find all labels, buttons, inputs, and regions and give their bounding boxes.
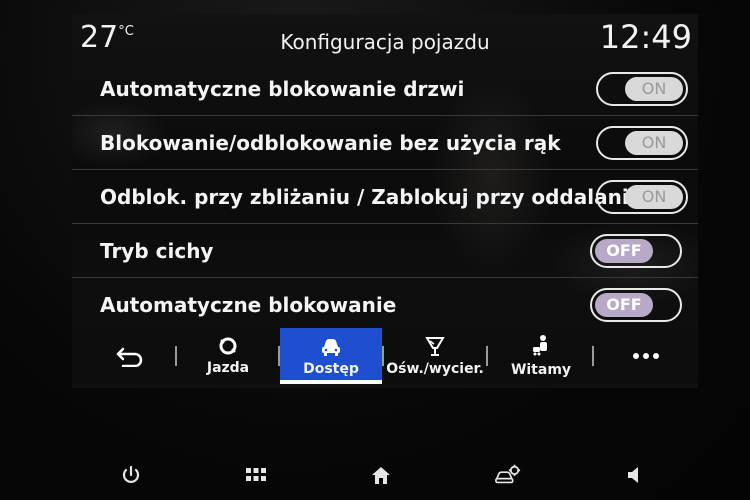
tab-separator [382, 346, 384, 366]
tab-label: Ośw./wycier. [386, 361, 484, 377]
toggle-knob: ON [625, 184, 683, 209]
tab-separator [486, 346, 488, 366]
tab-osw-wycier[interactable]: Ośw./wycier. [386, 328, 484, 384]
power-icon [122, 465, 140, 483]
tab-label: Jazda [206, 360, 250, 376]
home-button[interactable] [368, 462, 394, 488]
apps-grid-icon [246, 468, 266, 481]
status-bar: 27°C Konfiguracja pojazdu 12:49 [72, 14, 698, 60]
tab-jazda[interactable]: Jazda [184, 328, 272, 384]
toggle-switch[interactable]: ON [596, 179, 688, 214]
setting-label: Odblok. przy zbliżaniu / Zablokuj przy o… [100, 184, 643, 209]
tab-label: Witamy [510, 362, 572, 378]
setting-row-auto-lock[interactable]: Automatyczne blokowanie OFF [72, 278, 698, 331]
tab-label: Dostęp [303, 361, 359, 377]
setting-label: Blokowanie/odblokowanie bez użycia rąk [100, 130, 561, 155]
setting-label: Automatyczne blokowanie drzwi [100, 76, 465, 101]
toggle-switch[interactable]: OFF [590, 233, 682, 268]
setting-label: Automatyczne blokowanie [100, 292, 397, 317]
setting-row-silent-mode[interactable]: Tryb cichy OFF [72, 224, 698, 278]
setting-row-auto-door-lock[interactable]: Automatyczne blokowanie drzwi ON [72, 62, 698, 116]
light-wiper-icon [425, 337, 445, 356]
clock: 12:49 [599, 18, 692, 56]
toggle-knob: ON [625, 130, 683, 155]
volume-button[interactable] [622, 462, 648, 488]
setting-row-handsfree-lock[interactable]: Blokowanie/odblokowanie bez użycia rąk O… [72, 116, 698, 170]
apps-grid-button[interactable] [243, 462, 269, 488]
steering-loop-icon [219, 337, 237, 355]
tab-bar: Jazda Dostęp Ośw./wycier. Witamy [72, 328, 698, 384]
toggle-knob: OFF [595, 292, 653, 317]
speaker-icon [628, 467, 638, 483]
toggle-switch[interactable]: ON [596, 71, 688, 106]
vehicle-settings-button[interactable] [495, 462, 521, 488]
back-arrow-icon [116, 347, 143, 367]
car-access-icon [322, 339, 340, 356]
toggle-knob: ON [625, 76, 683, 101]
welcome-person-icon [533, 335, 547, 356]
tab-separator [175, 346, 177, 366]
home-icon [372, 467, 390, 484]
setting-label: Tryb cichy [100, 238, 214, 263]
settings-list: Automatyczne blokowanie drzwi ON Blokowa… [72, 62, 698, 331]
toggle-switch[interactable]: OFF [590, 287, 682, 322]
power-button[interactable] [118, 462, 144, 488]
tab-separator [592, 346, 594, 366]
infotainment-screen: 27°C Konfiguracja pojazdu 12:49 Automaty… [72, 14, 698, 388]
hardware-button-bar [0, 450, 750, 500]
toggle-switch[interactable]: ON [596, 125, 688, 160]
setting-row-approach-unlock[interactable]: Odblok. przy zbliżaniu / Zablokuj przy o… [72, 170, 698, 224]
car-settings-icon [495, 464, 521, 484]
tab-witamy[interactable]: Witamy [494, 328, 588, 384]
back-button[interactable] [92, 328, 168, 384]
more-dots-icon [633, 353, 659, 359]
more-button[interactable] [606, 328, 686, 384]
toggle-knob: OFF [595, 238, 653, 263]
tab-dostep[interactable]: Dostęp [280, 328, 382, 384]
